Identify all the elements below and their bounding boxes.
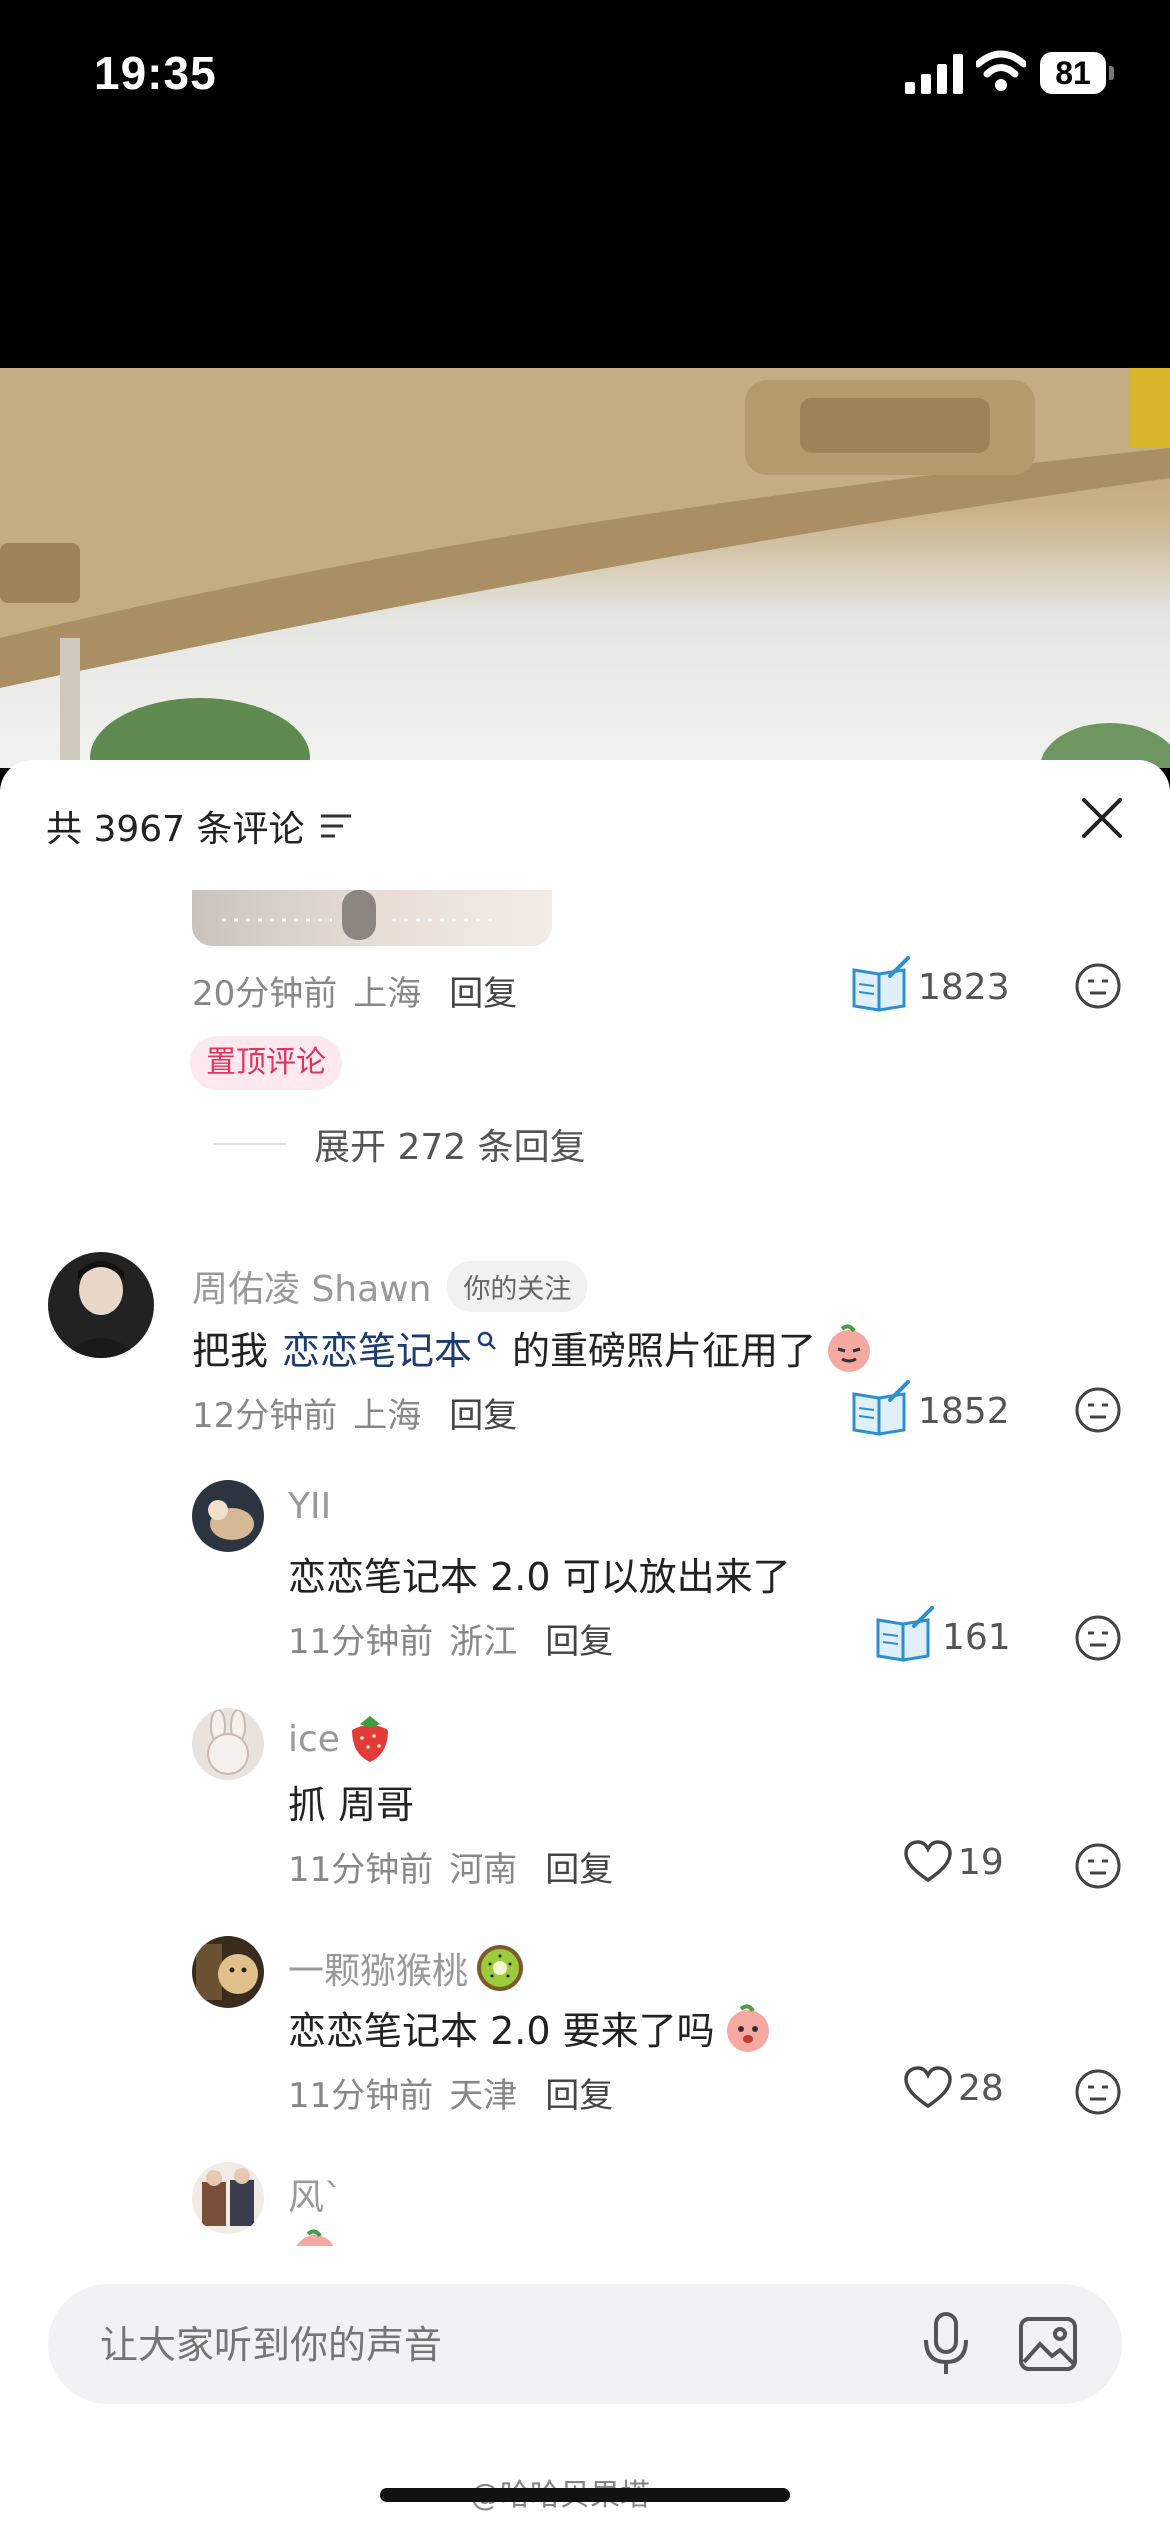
avatar[interactable] [48,1252,154,1358]
follow-tag: 你的关注 [447,1260,588,1312]
dislike-face-icon[interactable] [1074,2068,1122,2116]
comment-author[interactable]: YII [288,1486,331,1527]
wifi-icon [976,50,1026,91]
peach-emoji-icon [296,2229,334,2246]
comment-location: 上海 [353,974,422,1014]
dislike-face-icon[interactable] [1074,1842,1122,1890]
comment-author[interactable]: 风` [288,2168,342,2220]
comment-time: 11分钟前 [288,2076,434,2116]
comment-time: 12分钟前 [192,1396,338,1436]
comment-author[interactable]: 周佑凌 Shawn 你的关注 [192,1260,588,1312]
author-name: 周佑凌 Shawn [192,1269,432,1310]
avatar[interactable] [192,1480,264,1552]
dislike-face-icon[interactable] [1074,1386,1122,1434]
notebook-like-button[interactable]: 161 [874,1606,1011,1668]
expand-replies-label: 展开 272 条回复 [314,1127,586,1168]
heart-icon [904,2066,952,2109]
avatar[interactable] [192,2162,264,2234]
microphone-icon[interactable] [918,2312,974,2376]
comment-meta: 11分钟前 浙江 回复 [288,1614,613,1663]
image-icon[interactable] [1018,2314,1078,2374]
comment-text-after: 的重磅照片征用了 [512,1329,817,1373]
comment-meta: 12分钟前 上海 回复 [192,1388,517,1437]
avatar-image [196,1944,258,2000]
comment-sheet: 共 3967 条评论 20分钟前 上海 回复 1823 置顶评论 展开 272 … [0,760,1170,2532]
comment-text: 恋恋笔记本 2.0 要来了吗 [288,2000,775,2055]
comment-author[interactable]: 一颗猕猴桃 [288,1942,526,1994]
like-count: 28 [958,2067,1004,2109]
reply-button[interactable]: 回复 [545,1842,613,1891]
avatar-image [62,1261,140,1358]
notebook-like-button[interactable]: 1823 [850,956,1010,1018]
pinned-badge: 置顶评论 [190,1036,342,1090]
notebook-icon [876,1606,934,1662]
comment-text: 抓 周哥 [288,1783,415,1827]
comment-location: 浙江 [449,1622,518,1662]
peach-emoji-icon [726,2003,769,2052]
peach-emoji-icon [828,1323,871,1372]
comment-location: 上海 [353,1396,422,1436]
like-count: 1823 [918,966,1010,1008]
comment-text-before: 把我 [192,1329,269,1373]
comment-input-bar [48,2284,1122,2406]
search-icon [477,1331,496,1350]
close-icon[interactable] [1080,796,1124,840]
author-name: 一颗猕猴桃 [288,1951,469,1992]
battery-indicator: 81 [1040,52,1114,94]
comment-location: 河南 [449,1850,518,1890]
comment-time: 11分钟前 [288,1622,434,1662]
voice-clip-thumbnail[interactable] [192,890,552,946]
like-count: 1852 [918,1390,1010,1432]
comment-text: 恋恋笔记本 2.0 可以放出来了 [288,1555,791,1599]
reply-button[interactable]: 回复 [449,966,517,1015]
comment-location: 天津 [449,2076,518,2116]
comment-text-content: 恋恋笔记本 2.0 要来了吗 [288,2009,715,2053]
kiwi-emoji-icon [477,1945,524,1991]
like-button[interactable]: 19 [904,1840,1004,1884]
avatar-image [208,1500,254,1540]
reply-button[interactable]: 回复 [545,1614,613,1663]
cut-off-emoji [288,2226,348,2246]
dislike-face-icon[interactable] [1074,962,1122,1010]
comment-input[interactable] [98,2284,902,2406]
reply-button[interactable]: 回复 [449,1388,517,1437]
avatar-image [202,2168,254,2226]
topic-link[interactable]: 恋恋笔记本 [282,1320,472,1375]
status-time: 19:35 [94,47,217,99]
comment-meta: 11分钟前 河南 回复 [288,1842,613,1891]
comment-time: 11分钟前 [288,1850,434,1890]
notebook-icon [852,1380,910,1436]
heart-icon [904,1840,952,1883]
avatar-image [207,1709,249,1775]
comment-time: 20分钟前 [192,974,338,1014]
signal-icon [905,54,963,94]
reply-button[interactable]: 回复 [545,2068,613,2117]
notebook-like-button[interactable]: 1852 [850,1380,1010,1442]
divider-line [214,1143,286,1145]
comment-header: 共 3967 条评论 [46,800,353,852]
pinned-comment-meta: 20分钟前 上海 回复 [192,966,517,1015]
author-name: 风` [288,2177,343,2218]
avatar[interactable] [192,1936,264,2008]
status-bar: 19:35 81 [0,0,1170,368]
like-count: 161 [942,1616,1011,1658]
strawberry-emoji-icon [351,1716,388,1762]
expand-replies-button[interactable]: 展开 272 条回复 [214,1118,586,1170]
sort-icon[interactable] [319,811,353,841]
comment-meta: 11分钟前 天津 回复 [288,2068,613,2117]
comment-count-title: 共 3967 条评论 [46,809,305,850]
author-name: YII [288,1486,332,1527]
comment-text: 把我 恋恋笔记本 的重磅照片征用了 [192,1320,876,1375]
avatar[interactable] [192,1708,264,1780]
video-background[interactable] [0,368,1170,768]
notebook-icon [852,956,910,1012]
author-name: ice [288,1718,340,1760]
dislike-face-icon[interactable] [1074,1614,1122,1662]
video-scene-image [0,368,1170,768]
comment-author[interactable]: ice [288,1714,394,1764]
audio-wave-icon [222,890,492,940]
home-indicator[interactable] [380,2488,790,2502]
like-count: 19 [958,1841,1004,1883]
like-button[interactable]: 28 [904,2066,1004,2110]
